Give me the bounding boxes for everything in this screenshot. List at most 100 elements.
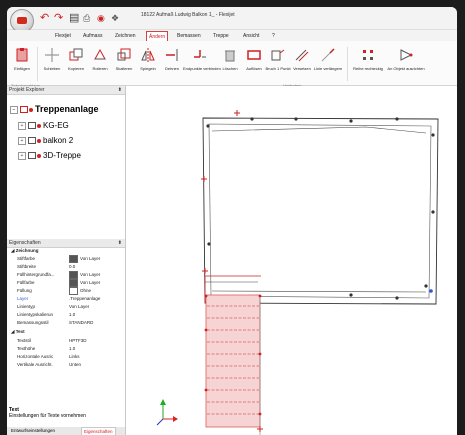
array-icon (363, 50, 373, 60)
ribbon-toolbar: Einfügen Schieben Kopieren Rotieren Skal… (7, 41, 457, 88)
tab-zeichnen[interactable]: Zeichnen (115, 31, 136, 41)
join-endpoints-button[interactable]: Endpunkte verbinden (183, 45, 221, 83)
layer-icon (28, 137, 36, 145)
camera-icon[interactable]: ◉ (97, 11, 105, 25)
prop-row[interactable]: Füllfarbe Von Layer (9, 279, 123, 287)
redo-icon[interactable]: ↷ (54, 11, 63, 25)
prop-row[interactable]: Textstil HPTF3D (9, 337, 123, 345)
paste-icon (16, 48, 28, 62)
print-icon[interactable]: ⎙ (83, 11, 90, 25)
layer-icon (28, 122, 36, 130)
scale-button[interactable]: Skalieren (111, 45, 137, 83)
tab-properties[interactable]: Eigenschaften (81, 427, 116, 435)
prop-row[interactable]: Linientypskalierun 1.0 (9, 311, 123, 319)
mirror-button[interactable]: Spiegeln (135, 45, 161, 83)
offset-icon (295, 49, 309, 62)
undo-icon[interactable]: ↶ (40, 11, 49, 25)
prop-row[interactable]: Füllung Ohne (9, 287, 123, 295)
break-point-icon (271, 49, 285, 61)
tree-item-3d-treppe[interactable]: +3D-Treppe (18, 149, 81, 162)
visibility-icon[interactable] (37, 153, 41, 158)
copy-button[interactable]: Kopieren (63, 45, 89, 83)
ribbon-tab-bar: Flexijet Aufmass Zeichnen Ändern Bemasse… (7, 30, 457, 42)
drawing-canvas[interactable] (126, 86, 457, 435)
color-swatch (69, 271, 78, 279)
section-text[interactable]: ◢ Text (9, 328, 123, 336)
prop-row[interactable]: Texthöhe 1.0 (9, 345, 123, 353)
offset-button[interactable]: Versetzen (289, 45, 315, 83)
color-swatch (69, 287, 78, 295)
prop-row[interactable]: Linientyp Von Layer (9, 303, 123, 311)
trash-icon (225, 50, 235, 62)
rotate-button[interactable]: Rotieren (87, 45, 113, 83)
title-bar: ↶ ↷ ▤ ⎙ ◉ ❖ 18122 Aufmaß Ludwig Balkon 1… (7, 7, 457, 33)
measurement-points (206, 117, 435, 300)
prop-row[interactable]: Stiftbreite 0.0 (9, 263, 123, 271)
layer-group-icon (20, 106, 28, 114)
visibility-icon[interactable] (29, 107, 33, 112)
prop-row[interactable]: Füllhintergrundfa... Von Layer (9, 271, 123, 279)
collapse-icon[interactable]: − (10, 105, 18, 114)
tab-aufmass[interactable]: Aufmass (83, 31, 102, 41)
gamepad-icon[interactable]: ❖ (111, 11, 119, 25)
drawing-svg[interactable] (126, 86, 457, 435)
section-zeichnung[interactable]: ◢ Zeichnung (9, 247, 123, 255)
copy-icon (69, 48, 83, 61)
layer-icon (28, 152, 36, 160)
stair-body (205, 294, 261, 428)
project-explorer-header: Projekt Explorer ⬍ (7, 86, 125, 95)
tree-item-kg-eg[interactable]: + KG-EG (18, 119, 69, 132)
wall-line (211, 290, 427, 293)
application-window: ↶ ↷ ▤ ⎙ ◉ ❖ 18122 Aufmaß Ludwig Balkon 1… (7, 7, 457, 435)
tab-help[interactable]: ? (272, 31, 275, 41)
tab-bemassen[interactable]: Bemassen (177, 31, 201, 41)
expand-icon[interactable]: + (18, 151, 26, 160)
rectangular-array-button[interactable]: Reihe rechteckig (351, 45, 385, 83)
pin-icon[interactable]: ⬍ (116, 86, 122, 94)
corner-point (429, 289, 433, 293)
align-icon (400, 49, 413, 61)
extend-icon (166, 49, 178, 61)
scale-icon (117, 48, 131, 61)
extend-line-button[interactable]: Linie verlängern (313, 45, 343, 83)
explode-icon (247, 50, 261, 60)
axis-triad (156, 399, 178, 426)
align-to-object-button[interactable]: An Objekt ausrichten (387, 45, 425, 83)
property-description: Text Einstellungen für Texte vornehmen (9, 407, 86, 419)
extend-line-icon (321, 48, 335, 62)
prop-row[interactable]: Stiftfarbe Von Layer (9, 255, 123, 263)
prop-row[interactable]: Bemassungsstil STANDARD (9, 319, 123, 327)
tab-treppe[interactable]: Treppe (213, 31, 229, 41)
expand-icon[interactable]: + (18, 136, 26, 145)
save-icon[interactable]: ▤ (69, 11, 79, 25)
join-endpoints-icon (194, 50, 206, 58)
tree-root[interactable]: − Treppenanlage (10, 103, 99, 116)
color-swatch (69, 279, 78, 287)
break-point-button[interactable]: Bruch 1 Punkt (265, 45, 291, 83)
marker-crosses (201, 110, 240, 274)
expand-icon[interactable]: + (18, 121, 26, 130)
move-button[interactable]: Schieben (39, 45, 65, 83)
window-title: 18122 Aufmaß Ludwig Balkon 1_ - Flexijet (141, 12, 235, 18)
tab-flexijet[interactable]: Flexijet (55, 31, 71, 41)
paste-button[interactable]: Einfügen (9, 45, 35, 83)
tab-draft-settings[interactable]: Entwurfseinstellungen (9, 427, 57, 435)
panel-tab-bar: Entwurfseinstellungen Eigenschaften (7, 427, 125, 435)
room-outline-inner (208, 123, 432, 299)
ribbon-separator (347, 47, 348, 81)
rotate-icon (94, 48, 106, 60)
move-icon (45, 48, 59, 62)
left-panel: Projekt Explorer ⬍ − Treppenanlage + KG-EG… (7, 86, 126, 435)
pin-icon[interactable]: ⬍ (116, 239, 122, 247)
prop-row[interactable]: Horizontale Ausric Links (9, 353, 123, 361)
tree-item-balkon-2[interactable]: + balkon 2 (18, 134, 73, 147)
extend-button[interactable]: Dehnen (159, 45, 185, 83)
delete-button[interactable]: Löschen (217, 45, 243, 83)
visibility-icon[interactable] (37, 123, 41, 128)
tab-ansicht[interactable]: Ansicht (243, 31, 259, 41)
color-swatch (69, 255, 78, 263)
visibility-icon[interactable] (37, 138, 41, 143)
explode-button[interactable]: Auflösen (241, 45, 267, 83)
prop-row[interactable]: Vertikale Ausricht. Unten (9, 361, 123, 369)
prop-row[interactable]: Layer .Treppenanlage (9, 295, 123, 303)
